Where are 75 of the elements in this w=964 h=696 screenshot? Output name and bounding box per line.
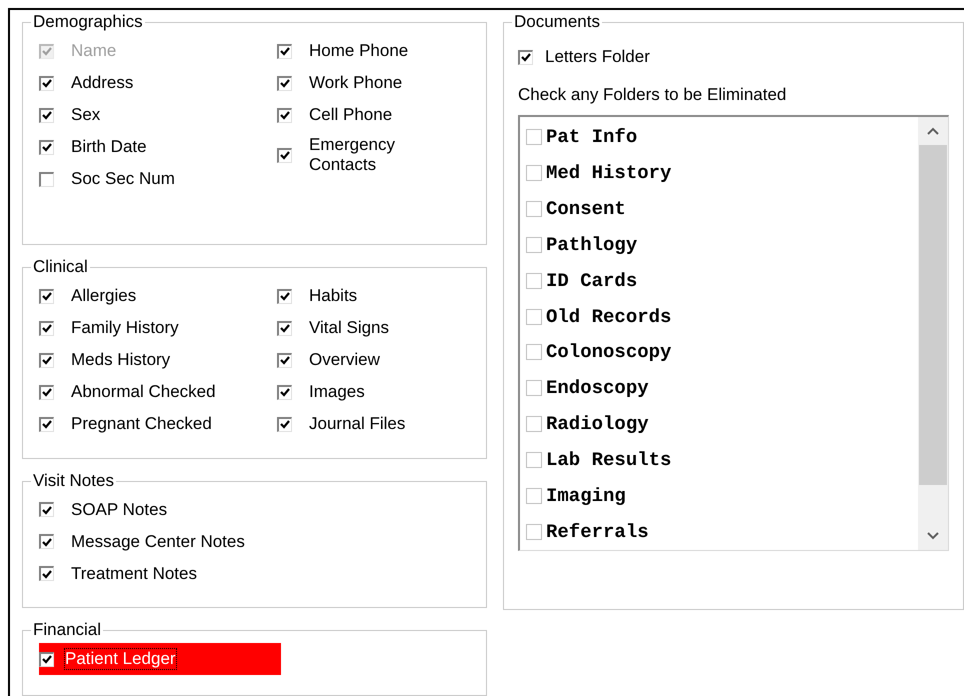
checkbox[interactable] (39, 534, 54, 550)
checkbox-label[interactable]: Home Phone (309, 41, 408, 61)
checkbox[interactable] (277, 352, 292, 368)
scroll-up-icon[interactable] (927, 127, 939, 135)
checkbox[interactable] (277, 288, 292, 304)
checkbox[interactable] (39, 652, 54, 667)
checkbox[interactable] (526, 308, 542, 325)
scrollbar-thumb[interactable] (919, 145, 947, 485)
checkbox-label[interactable]: Family History (71, 318, 179, 338)
checkbox[interactable] (526, 344, 542, 360)
folder-item[interactable]: Colonoscopy (546, 341, 672, 364)
checkbox-label[interactable]: Allergies (71, 286, 136, 306)
scroll-down-icon[interactable] (927, 532, 939, 540)
checkbox[interactable] (277, 320, 292, 336)
checkbox[interactable] (277, 384, 292, 400)
checkbox[interactable] (526, 236, 542, 253)
checkbox[interactable] (39, 76, 54, 90)
checkbox-label[interactable]: Meds History (71, 350, 170, 370)
folder-item[interactable]: Lab Results (546, 449, 672, 472)
folder-item[interactable]: Endoscopy (546, 377, 649, 400)
checkbox-label[interactable]: Birth Date (71, 137, 147, 157)
folder-item[interactable]: Pat Info (546, 126, 638, 148)
checkbox-label[interactable]: Emergency Contacts (309, 135, 419, 175)
checkbox[interactable] (39, 140, 54, 154)
checkbox[interactable] (526, 272, 542, 289)
checkbox-label[interactable]: Message Center Notes (71, 532, 245, 552)
checkbox[interactable] (39, 320, 54, 336)
checkbox-label[interactable]: Sex (71, 105, 100, 125)
folder-item[interactable]: ID Cards (546, 270, 638, 292)
checkbox[interactable] (526, 128, 542, 145)
checkbox[interactable] (277, 416, 292, 432)
checkbox-label[interactable]: Overview (309, 350, 380, 370)
checkbox-label[interactable]: Work Phone (309, 73, 402, 93)
checkbox[interactable] (526, 164, 542, 181)
folder-item[interactable]: Old Records (546, 306, 672, 328)
checkbox[interactable] (277, 148, 292, 162)
checkbox-label[interactable]: Images (309, 382, 365, 402)
checkbox-label[interactable]: Letters Folder (545, 47, 650, 67)
checkbox-label[interactable]: Address (71, 73, 134, 93)
checkbox[interactable] (526, 380, 542, 396)
checkbox[interactable] (39, 172, 54, 186)
checkbox-label[interactable]: Treatment Notes (71, 564, 197, 584)
checkbox-label[interactable]: Abnormal Checked (71, 382, 216, 402)
checkbox[interactable] (518, 50, 533, 64)
checkbox[interactable] (277, 108, 292, 122)
checkbox-label[interactable]: Patient Ledger (64, 648, 177, 670)
checkbox[interactable] (277, 44, 292, 58)
checkbox[interactable] (39, 288, 54, 304)
checkbox[interactable] (39, 384, 54, 400)
checkbox-label[interactable]: Pregnant Checked (71, 414, 212, 434)
checkbox-label[interactable]: Soc Sec Num (71, 169, 175, 189)
checkbox[interactable] (39, 566, 54, 582)
checkbox-label[interactable]: Vital Signs (309, 318, 390, 338)
checkbox[interactable] (39, 502, 54, 518)
checkbox[interactable] (39, 416, 54, 432)
checkbox[interactable] (526, 524, 542, 540)
folder-item[interactable]: Radiology (546, 413, 649, 436)
checkbox-label[interactable]: Habits (309, 286, 358, 306)
checkbox[interactable] (39, 352, 54, 368)
folder-item[interactable]: Pathlogy (546, 234, 638, 256)
checkbox[interactable] (277, 76, 292, 90)
checkbox[interactable] (526, 452, 542, 468)
checkbox[interactable] (526, 416, 542, 432)
folder-item[interactable]: Med History (546, 162, 672, 184)
checkbox[interactable] (39, 108, 54, 122)
checkbox[interactable] (526, 488, 542, 504)
checkbox-label[interactable]: Cell Phone (309, 105, 392, 125)
scrollbar[interactable] (918, 117, 948, 550)
checkbox-label[interactable]: SOAP Notes (71, 500, 168, 520)
list-label: Check any Folders to be Eliminated (518, 85, 788, 105)
checkbox-label[interactable]: Journal Files (309, 414, 406, 434)
folder-item[interactable]: Consent (546, 198, 626, 220)
checkbox[interactable] (526, 200, 542, 217)
folder-item[interactable]: Imaging (546, 485, 626, 508)
folder-item[interactable]: Referrals (546, 521, 649, 544)
